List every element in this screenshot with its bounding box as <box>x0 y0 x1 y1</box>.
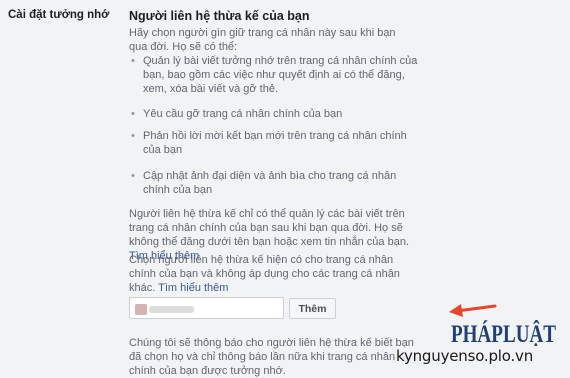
limitation-text: Người liên hệ thừa kế chỉ có thể quản lý… <box>129 208 410 248</box>
list-item: • Cập nhật ảnh đại diện và ảnh bìa cho t… <box>129 169 419 197</box>
scope-paragraph: Chọn người liên hệ thừa kế hiện có cho t… <box>129 253 414 295</box>
list-item: • Quản lý bài viết tưởng nhớ trên trang … <box>129 54 419 96</box>
list-item-text: Quản lý bài viết tưởng nhớ trên trang cá… <box>143 55 418 95</box>
svg-text:PHÁPLUẬT: PHÁPLUẬT <box>451 320 556 346</box>
list-item-text: Yêu cầu gỡ trang cá nhân chính của bạn <box>143 108 343 120</box>
arrow-left-icon <box>449 304 497 317</box>
notify-text: Chúng tôi sẽ thông báo cho người liên hệ… <box>129 337 414 377</box>
phapluat-logo: PHÁPLUẬT <box>451 320 556 346</box>
bullet-icon: • <box>131 130 135 142</box>
list-item-text: Cập nhật ảnh đại diện và ảnh bìa cho tra… <box>143 170 397 196</box>
blurred-avatar <box>135 304 147 315</box>
intro-text: Hãy chọn người gìn giữ trang cá nhân này… <box>129 27 396 53</box>
list-item-text: Phản hồi lời mời kết bạn mới trên trang … <box>143 130 407 156</box>
contact-name-field[interactable] <box>129 297 284 319</box>
add-contact-button[interactable]: Thêm <box>289 298 336 319</box>
list-item: • Phản hồi lời mời kết bạn mới trên tran… <box>129 129 419 157</box>
learn-more-link[interactable]: Tìm hiểu thêm <box>158 282 228 294</box>
blurred-name <box>149 306 194 313</box>
panel-title: Người liên hệ thừa kế của bạn <box>129 9 310 23</box>
section-label: Cài đặt tưởng nhớ <box>8 9 110 21</box>
watermark-url: kynguyenso.plo.vn <box>396 347 534 365</box>
list-item: • Yêu cầu gỡ trang cá nhân chính của bạn <box>129 107 419 121</box>
bullet-icon: • <box>131 108 135 120</box>
bullet-icon: • <box>131 55 135 67</box>
bullet-icon: • <box>131 170 135 182</box>
